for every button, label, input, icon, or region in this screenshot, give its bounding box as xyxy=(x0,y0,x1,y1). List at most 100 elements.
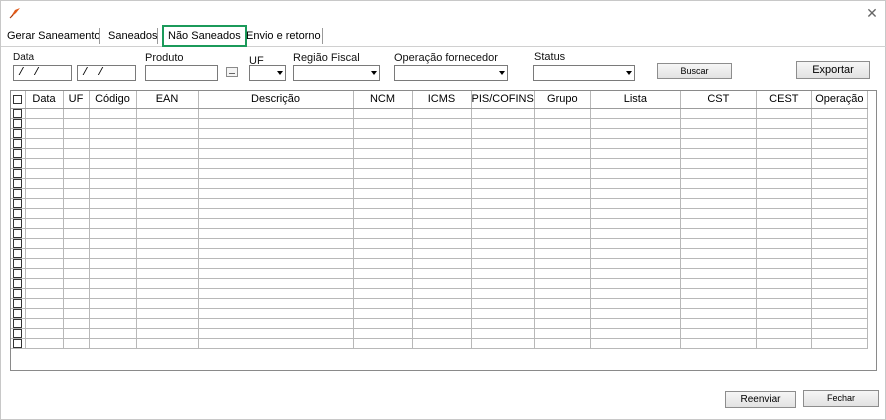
table-cell[interactable] xyxy=(198,158,354,169)
table-cell[interactable] xyxy=(412,218,472,229)
table-cell[interactable] xyxy=(811,128,868,139)
table-row[interactable] xyxy=(11,268,868,279)
table-cell[interactable] xyxy=(471,218,535,229)
table-row[interactable] xyxy=(11,278,868,289)
checkbox-icon[interactable] xyxy=(13,168,23,178)
column-header-pis-cofins[interactable]: PIS/COFINS xyxy=(471,91,535,109)
table-cell[interactable] xyxy=(471,298,535,309)
checkbox-icon[interactable] xyxy=(13,308,23,318)
table-cell[interactable] xyxy=(471,168,535,179)
table-cell[interactable] xyxy=(412,258,472,269)
table-cell[interactable] xyxy=(811,238,868,249)
row-checkbox-cell[interactable] xyxy=(11,138,26,149)
table-cell[interactable] xyxy=(63,288,90,299)
table-cell[interactable] xyxy=(136,328,199,339)
table-cell[interactable] xyxy=(471,108,535,119)
table-cell[interactable] xyxy=(811,258,868,269)
table-cell[interactable] xyxy=(63,168,90,179)
row-checkbox-cell[interactable] xyxy=(11,128,26,139)
table-cell[interactable] xyxy=(25,338,64,349)
table-cell[interactable] xyxy=(25,178,64,189)
table-cell[interactable] xyxy=(198,248,354,259)
table-cell[interactable] xyxy=(756,168,812,179)
table-cell[interactable] xyxy=(590,308,681,319)
table-cell[interactable] xyxy=(471,268,535,279)
checkbox-icon[interactable] xyxy=(13,228,23,238)
table-cell[interactable] xyxy=(353,128,413,139)
table-cell[interactable] xyxy=(63,318,90,329)
row-checkbox-cell[interactable] xyxy=(11,178,26,189)
table-cell[interactable] xyxy=(680,188,757,199)
table-cell[interactable] xyxy=(136,298,199,309)
table-cell[interactable] xyxy=(811,138,868,149)
table-cell[interactable] xyxy=(534,248,591,259)
table-cell[interactable] xyxy=(412,338,472,349)
row-checkbox-cell[interactable] xyxy=(11,338,26,349)
table-cell[interactable] xyxy=(136,278,199,289)
table-row[interactable] xyxy=(11,108,868,119)
table-cell[interactable] xyxy=(680,328,757,339)
table-cell[interactable] xyxy=(811,108,868,119)
table-cell[interactable] xyxy=(534,108,591,119)
table-cell[interactable] xyxy=(353,328,413,339)
column-header-cst[interactable]: CST xyxy=(680,91,757,109)
table-cell[interactable] xyxy=(353,258,413,269)
table-cell[interactable] xyxy=(198,258,354,269)
checkbox-icon[interactable] xyxy=(13,258,23,268)
table-cell[interactable] xyxy=(25,138,64,149)
checkbox-icon[interactable] xyxy=(13,158,23,168)
table-cell[interactable] xyxy=(25,188,64,199)
table-cell[interactable] xyxy=(534,268,591,279)
table-cell[interactable] xyxy=(471,238,535,249)
table-cell[interactable] xyxy=(590,238,681,249)
table-cell[interactable] xyxy=(25,148,64,159)
table-cell[interactable] xyxy=(534,128,591,139)
table-cell[interactable] xyxy=(811,178,868,189)
checkbox-icon[interactable] xyxy=(13,338,23,348)
table-cell[interactable] xyxy=(353,218,413,229)
table-cell[interactable] xyxy=(590,188,681,199)
table-cell[interactable] xyxy=(63,188,90,199)
table-cell[interactable] xyxy=(590,128,681,139)
table-cell[interactable] xyxy=(136,128,199,139)
row-checkbox-cell[interactable] xyxy=(11,278,26,289)
table-cell[interactable] xyxy=(412,188,472,199)
table-cell[interactable] xyxy=(353,288,413,299)
table-cell[interactable] xyxy=(25,318,64,329)
table-cell[interactable] xyxy=(756,158,812,169)
table-cell[interactable] xyxy=(25,108,64,119)
table-cell[interactable] xyxy=(412,238,472,249)
table-cell[interactable] xyxy=(811,218,868,229)
table-cell[interactable] xyxy=(63,328,90,339)
table-cell[interactable] xyxy=(89,178,137,189)
table-cell[interactable] xyxy=(198,298,354,309)
table-row[interactable] xyxy=(11,318,868,329)
table-cell[interactable] xyxy=(25,218,64,229)
table-cell[interactable] xyxy=(353,198,413,209)
table-cell[interactable] xyxy=(198,148,354,159)
table-cell[interactable] xyxy=(756,218,812,229)
table-cell[interactable] xyxy=(811,338,868,349)
table-cell[interactable] xyxy=(63,138,90,149)
table-cell[interactable] xyxy=(63,208,90,219)
table-cell[interactable] xyxy=(63,148,90,159)
table-cell[interactable] xyxy=(590,198,681,209)
table-cell[interactable] xyxy=(353,238,413,249)
table-cell[interactable] xyxy=(534,158,591,169)
table-cell[interactable] xyxy=(198,198,354,209)
checkbox-icon[interactable] xyxy=(13,318,23,328)
table-row[interactable] xyxy=(11,338,868,349)
table-cell[interactable] xyxy=(471,318,535,329)
row-checkbox-cell[interactable] xyxy=(11,108,26,119)
table-cell[interactable] xyxy=(25,158,64,169)
table-cell[interactable] xyxy=(63,158,90,169)
table-row[interactable] xyxy=(11,168,868,179)
table-cell[interactable] xyxy=(534,178,591,189)
table-cell[interactable] xyxy=(590,328,681,339)
table-cell[interactable] xyxy=(353,248,413,259)
row-checkbox-cell[interactable] xyxy=(11,158,26,169)
table-cell[interactable] xyxy=(25,128,64,139)
table-cell[interactable] xyxy=(471,158,535,169)
table-cell[interactable] xyxy=(136,118,199,129)
table-cell[interactable] xyxy=(811,288,868,299)
